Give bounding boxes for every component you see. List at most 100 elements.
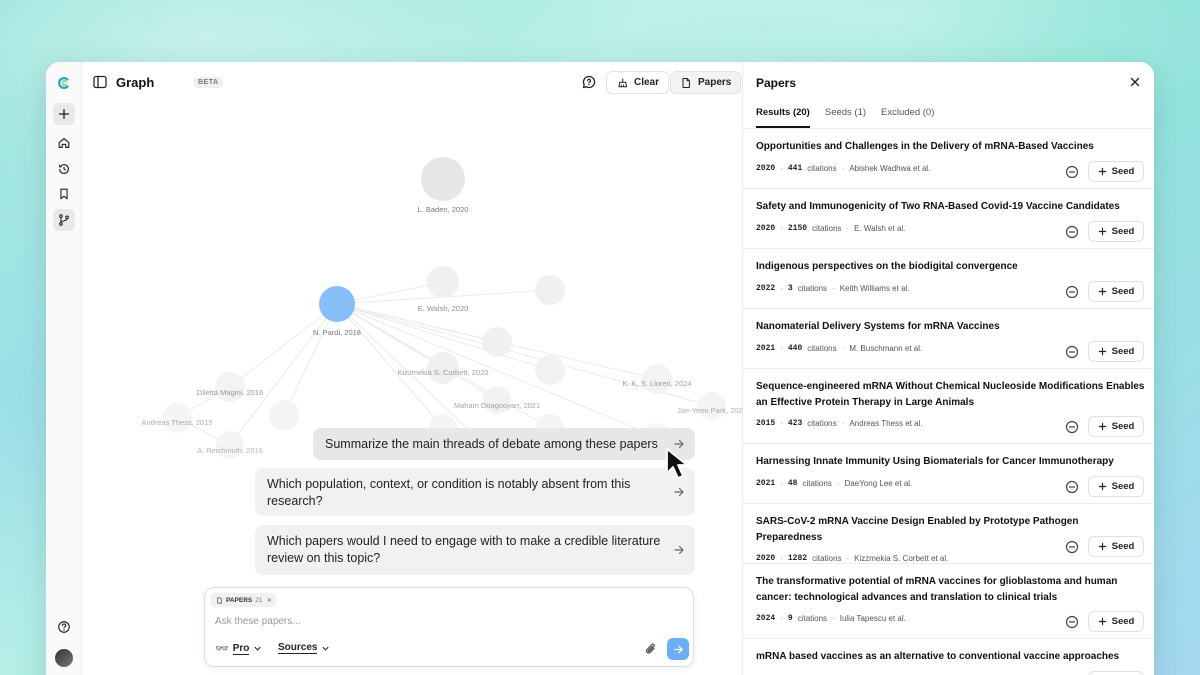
history-icon[interactable] <box>53 158 75 180</box>
node-label: Maham Doagooyan, 2021 <box>454 401 540 410</box>
paper-title[interactable]: Safety and Immunogenicity of Two RNA-Bas… <box>756 199 1146 215</box>
user-avatar[interactable] <box>55 649 73 667</box>
graph-node[interactable] <box>215 372 245 402</box>
graph-node[interactable] <box>421 157 465 201</box>
tab-seeds[interactable]: Seeds (1) <box>825 107 866 128</box>
separator: · <box>846 223 850 233</box>
paper-row[interactable]: Opportunities and Challenges in the Deli… <box>743 129 1154 189</box>
paper-row[interactable]: The transformative potential of mRNA vac… <box>743 564 1154 639</box>
paper-title[interactable]: Harnessing Innate Immunity Using Biomate… <box>756 454 1146 470</box>
clear-button[interactable]: Clear <box>606 71 670 94</box>
seed-button[interactable]: Seed <box>1088 536 1144 557</box>
separator: · <box>836 478 840 488</box>
paper-year: 2020 <box>756 554 776 563</box>
paper-citation-count: 3 <box>787 283 793 293</box>
paper-year: 2022 <box>756 283 776 293</box>
paper-title[interactable]: mRNA based vaccines as an alternative to… <box>756 649 1146 665</box>
paper-row[interactable]: Harnessing Innate Immunity Using Biomate… <box>743 444 1154 504</box>
papers-button[interactable]: Papers <box>670 71 742 94</box>
paper-row[interactable]: Indigenous perspectives on the biodigita… <box>743 249 1154 309</box>
chat-help-icon[interactable] <box>581 74 597 90</box>
seed-button[interactable]: Seed <box>1088 671 1144 675</box>
exclude-minus-icon[interactable] <box>1065 540 1079 554</box>
citations-label: citations <box>807 163 837 173</box>
seed-button-label: Seed <box>1111 346 1135 357</box>
paper-citation-count: 441 <box>787 163 803 173</box>
help-icon[interactable] <box>53 616 75 638</box>
new-graph-icon[interactable] <box>53 103 75 125</box>
seed-button[interactable]: Seed <box>1088 476 1144 497</box>
suggestion-button[interactable]: Which papers would I need to engage with… <box>255 525 695 575</box>
citations-label: citations <box>797 614 828 623</box>
paper-meta: 2015 · 423 citations · Andreas Thess et al. <box>756 419 1141 428</box>
paper-title[interactable]: Nanomaterial Delivery Systems for mRNA V… <box>756 319 1146 335</box>
node-label: E. Walsh, 2020 <box>418 304 469 313</box>
seed-button-label: Seed <box>1111 286 1135 297</box>
suggestion-text: Which population, context, or condition … <box>267 477 631 508</box>
paper-title[interactable]: Indigenous perspectives on the biodigita… <box>756 259 1146 275</box>
paper-row[interactable]: Sequence-engineered mRNA Without Chemica… <box>743 369 1154 444</box>
paper-authors: M. Buschmann et al. <box>849 343 923 353</box>
exclude-minus-icon[interactable] <box>1065 420 1079 434</box>
sources-selector[interactable]: Sources <box>278 642 330 654</box>
graph-node[interactable] <box>269 400 299 430</box>
seed-node[interactable] <box>319 286 355 322</box>
plus-icon <box>1098 167 1106 176</box>
suggestion-button[interactable]: Which population, context, or condition … <box>255 468 695 516</box>
graph-node[interactable] <box>535 275 565 305</box>
paper-year: 2021 <box>756 478 776 488</box>
graph-workspace: Graph BETA Clear Papers L. Baden, 2020 N… <box>82 62 742 675</box>
chip-remove-icon[interactable]: × <box>267 597 271 604</box>
paper-row[interactable]: Safety and Immunogenicity of Two RNA-Bas… <box>743 189 1154 249</box>
paper-authors: Kizzmekia S. Corbett et al. <box>854 554 949 563</box>
separator: · <box>841 343 845 353</box>
seed-button[interactable]: Seed <box>1088 281 1144 302</box>
seed-button[interactable]: Seed <box>1088 416 1144 437</box>
app-logo-icon[interactable] <box>53 72 75 94</box>
exclude-minus-icon[interactable] <box>1065 285 1079 299</box>
seed-button[interactable]: Seed <box>1088 161 1144 182</box>
seed-button[interactable]: Seed <box>1088 611 1144 632</box>
node-label: Diletta Magini, 2016 <box>197 388 263 397</box>
node-label: K. K. S. Lloren, 2024 <box>622 379 691 388</box>
seed-button[interactable]: Seed <box>1088 341 1144 362</box>
separator: · <box>841 163 845 173</box>
chip-label: PAPERS <box>226 596 253 604</box>
bookmark-icon[interactable] <box>53 183 75 205</box>
seed-button-label: Seed <box>1111 226 1135 237</box>
close-icon[interactable] <box>1128 75 1142 89</box>
exclude-minus-icon[interactable] <box>1065 480 1079 494</box>
ask-input[interactable] <box>215 613 655 629</box>
paper-meta: 2020 · 441 citations · Abishek Wadhwa et al. <box>756 164 1141 173</box>
sidebar-toggle-icon[interactable] <box>92 74 108 90</box>
paperclip-icon[interactable] <box>644 642 658 656</box>
plus-icon <box>1098 422 1106 431</box>
mode-selector[interactable]: 👓 Pro <box>215 642 262 655</box>
send-button[interactable] <box>667 638 689 660</box>
paper-title[interactable]: Opportunities and Challenges in the Deli… <box>756 139 1146 155</box>
exclude-minus-icon[interactable] <box>1065 225 1079 239</box>
graph-node[interactable] <box>535 355 565 385</box>
suggestion-button[interactable]: Summarize the main threads of debate amo… <box>313 428 695 460</box>
paper-row[interactable]: mRNA based vaccines as an alternative to… <box>743 639 1154 675</box>
graph-node[interactable] <box>482 327 512 357</box>
exclude-minus-icon[interactable] <box>1065 165 1079 179</box>
exclude-minus-icon[interactable] <box>1065 615 1079 629</box>
home-icon[interactable] <box>53 132 75 154</box>
paper-row[interactable]: Nanomaterial Delivery Systems for mRNA V… <box>743 309 1154 369</box>
graph-branch-icon[interactable] <box>53 209 75 231</box>
paper-title[interactable]: Sequence-engineered mRNA Without Chemica… <box>756 379 1146 410</box>
paper-title[interactable]: The transformative potential of mRNA vac… <box>756 574 1146 605</box>
seed-button[interactable]: Seed <box>1088 221 1144 242</box>
paper-row[interactable]: SARS-CoV-2 mRNA Vaccine Design Enabled b… <box>743 504 1154 564</box>
papers-context-chip[interactable]: PAPERS 21 × <box>211 593 277 607</box>
exclude-minus-icon[interactable] <box>1065 345 1079 359</box>
broom-icon <box>618 78 627 87</box>
tab-excluded[interactable]: Excluded (0) <box>881 107 934 128</box>
paper-citation-count: 423 <box>787 419 803 428</box>
tab-results[interactable]: Results (20) <box>756 107 810 128</box>
plus-icon <box>1098 287 1106 296</box>
paper-meta: 2021 · 440 citations · M. Buschmann et al. <box>756 344 1141 353</box>
graph-node[interactable] <box>427 266 459 298</box>
paper-authors: E. Walsh et al. <box>854 223 906 233</box>
